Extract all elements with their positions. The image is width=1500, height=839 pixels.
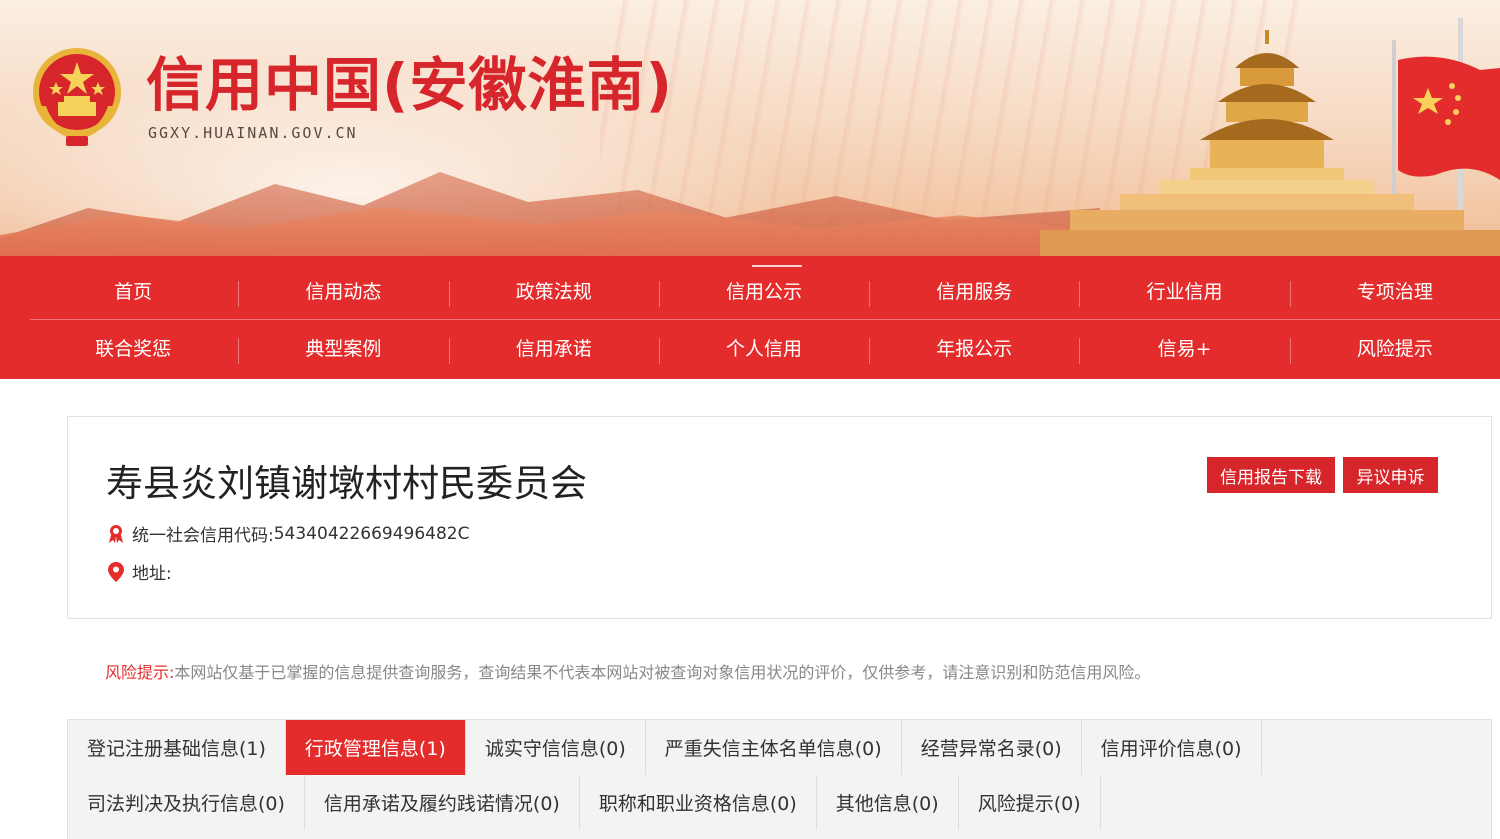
national-emblem-icon (33, 48, 121, 146)
credit-code-row: 统一社会信用代码: 54340422669496482C (106, 521, 469, 546)
credit-code-label: 统一社会信用代码: (132, 526, 274, 546)
header-banner: 信用中国(安徽淮南) GGXY.HUAINAN.GOV.CN (0, 0, 1500, 256)
nav-item-credit-news[interactable]: 信用动态 (238, 262, 448, 319)
tab-credit-evaluation[interactable]: 信用评价信息(0) (1081, 720, 1262, 775)
tab-row-2: 司法判决及执行信息(0) 信用承诺及履约践诺情况(0) 职称和职业资格信息(0)… (68, 775, 1101, 830)
tab-other-info[interactable]: 其他信息(0) (816, 775, 959, 830)
appeal-button[interactable]: 异议申诉 (1343, 457, 1438, 493)
tab-integrity-info[interactable]: 诚实守信信息(0) (465, 720, 646, 775)
location-pin-icon (106, 561, 126, 583)
nav-item-risk-alert[interactable]: 风险提示 (1289, 319, 1500, 376)
credit-report-download-button[interactable]: 信用报告下载 (1207, 457, 1335, 493)
temple-of-heaven-illustration (1040, 18, 1500, 256)
risk-notice-label: 风险提示: (105, 663, 175, 682)
nav-item-industry-credit[interactable]: 行业信用 (1079, 262, 1289, 319)
site-domain: GGXY.HUAINAN.GOV.CN (148, 124, 358, 142)
nav-item-credit-commitment[interactable]: 信用承诺 (448, 319, 659, 376)
nav-row-1: 首页 信用动态 政策法规 信用公示 信用服务 行业信用 专项治理 (28, 262, 1500, 319)
address-row: 地址: (106, 559, 172, 584)
credit-code-value: 54340422669496482C (273, 523, 470, 544)
tab-risk-alerts[interactable]: 风险提示(0) (958, 775, 1101, 830)
tab-row-1: 登记注册基础信息(1) 行政管理信息(1) 诚实守信信息(0) 严重失信主体名单… (68, 720, 1262, 775)
site-title: 信用中国(安徽淮南) (146, 51, 674, 119)
nav-item-special-governance[interactable]: 专项治理 (1289, 262, 1500, 319)
nav-item-joint-rewards[interactable]: 联合奖惩 (28, 319, 238, 376)
nav-item-home[interactable]: 首页 (28, 262, 238, 319)
nav-item-annual-report[interactable]: 年报公示 (869, 319, 1079, 376)
nav-row-2: 联合奖惩 典型案例 信用承诺 个人信用 年报公示 信易+ 风险提示 (28, 319, 1500, 376)
address-label: 地址: (132, 564, 172, 584)
nav-item-personal-credit[interactable]: 个人信用 (658, 319, 869, 376)
nav-item-credit-disclosure[interactable]: 信用公示 (658, 262, 869, 319)
risk-notice: 风险提示:本网站仅基于已掌握的信息提供查询服务，查询结果不代表本网站对被查询对象… (105, 659, 1150, 683)
tab-registration-basic-info[interactable]: 登记注册基础信息(1) (68, 720, 286, 775)
tab-administrative-info[interactable]: 行政管理信息(1) (285, 720, 466, 775)
tab-credit-commitment-fulfillment[interactable]: 信用承诺及履约践诺情况(0) (304, 775, 580, 830)
tab-abnormal-operations[interactable]: 经营异常名录(0) (901, 720, 1082, 775)
tab-serious-dishonesty-list[interactable]: 严重失信主体名单信息(0) (645, 720, 902, 775)
entity-card: 寿县炎刘镇谢墩村村民委员会 信用报告下载 异议申诉 统一社会信用代码: 5434… (67, 416, 1492, 619)
risk-notice-text: 本网站仅基于已掌握的信息提供查询服务，查询结果不代表本网站对被查询对象信用状况的… (174, 663, 1151, 682)
entity-name: 寿县炎刘镇谢墩村村民委员会 (106, 462, 587, 505)
nav-item-typical-cases[interactable]: 典型案例 (238, 319, 448, 376)
info-tabs: 登记注册基础信息(1) 行政管理信息(1) 诚实守信信息(0) 严重失信主体名单… (67, 719, 1492, 839)
tab-professional-qualifications[interactable]: 职称和职业资格信息(0) (579, 775, 817, 830)
nav-item-xinyi-plus[interactable]: 信易+ (1079, 319, 1289, 376)
tab-judicial-execution[interactable]: 司法判决及执行信息(0) (68, 775, 305, 830)
nav-item-policies[interactable]: 政策法规 (448, 262, 659, 319)
nav-item-credit-services[interactable]: 信用服务 (869, 262, 1079, 319)
main-nav: 首页 信用动态 政策法规 信用公示 信用服务 行业信用 专项治理 联合奖惩 典型… (0, 256, 1500, 379)
award-ribbon-icon (106, 523, 126, 545)
